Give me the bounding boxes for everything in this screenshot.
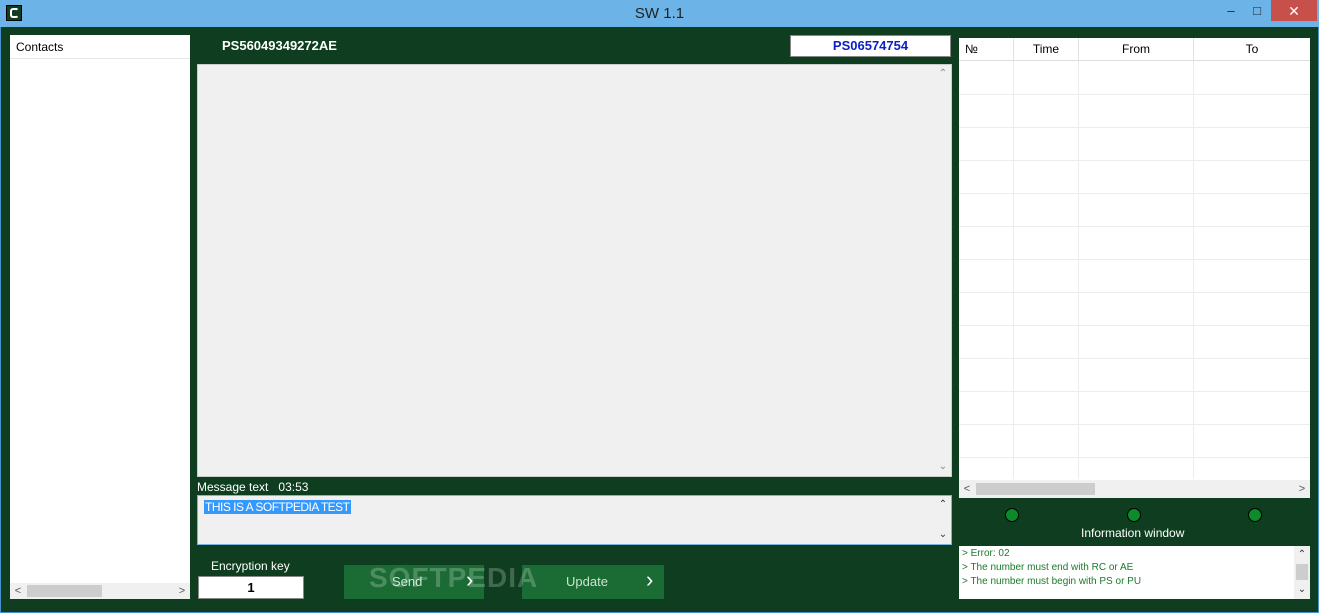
chat-area[interactable]: ⌃ ⌄ — [197, 64, 952, 477]
scroll-right-icon[interactable]: > — [174, 584, 190, 598]
table-row-line — [959, 160, 1310, 161]
encryption-key-label: Encryption key — [211, 559, 290, 573]
scroll-thumb[interactable] — [27, 585, 102, 597]
update-button-label: Update — [566, 574, 608, 589]
messages-table[interactable]: № Time From To < > — [959, 38, 1310, 498]
window-title: SW 1.1 — [634, 5, 685, 22]
scroll-thumb[interactable] — [976, 483, 1095, 495]
info-line: > The number must begin with PS or PU — [962, 576, 1142, 587]
table-column — [1014, 61, 1079, 479]
minimize-button[interactable]: – — [1218, 0, 1244, 22]
close-button[interactable]: ✕ — [1271, 0, 1317, 21]
table-row-line — [959, 127, 1310, 128]
scroll-up-icon[interactable]: ⌃ — [1294, 548, 1310, 562]
scroll-up-icon[interactable]: ⌃ — [935, 67, 951, 81]
from-address: PS56049349272AE — [222, 38, 337, 53]
table-row-line — [959, 424, 1310, 425]
table-header: № Time From To — [959, 38, 1310, 61]
message-label: Message text 03:53 — [197, 480, 308, 494]
chevron-right-icon: › — [646, 567, 654, 592]
message-input[interactable]: THIS IS A SOFTPEDIA TEST ⌃ ⌄ — [197, 495, 952, 545]
info-vertical-scrollbar[interactable]: ⌃ ⌄ — [1294, 546, 1310, 599]
scroll-right-icon[interactable]: > — [1294, 482, 1310, 496]
watermark: SOFTPEDIA — [369, 562, 539, 593]
table-row-line — [959, 325, 1310, 326]
table-row-line — [959, 292, 1310, 293]
message-vertical-scrollbar[interactable]: ⌃ ⌄ — [935, 496, 951, 544]
table-row-line — [959, 193, 1310, 194]
scroll-up-icon[interactable]: ⌃ — [935, 498, 951, 512]
scroll-left-icon[interactable]: < — [959, 482, 975, 496]
status-led-1 — [1005, 508, 1019, 522]
column-header-time[interactable]: Time — [1014, 38, 1079, 61]
contacts-header: Contacts — [10, 35, 190, 59]
table-row-line — [959, 457, 1310, 458]
main-frame: Contacts < > PS56049349272AE PS06574754 … — [0, 27, 1319, 613]
table-column — [959, 61, 1014, 479]
info-line: > The number must end with RC or AE — [962, 562, 1134, 573]
table-column — [1079, 61, 1194, 479]
table-row-line — [959, 226, 1310, 227]
scroll-down-icon[interactable]: ⌄ — [935, 528, 951, 542]
table-row-line — [959, 391, 1310, 392]
chat-vertical-scrollbar[interactable]: ⌃ ⌄ — [935, 65, 951, 476]
message-label-text: Message text — [197, 480, 269, 494]
to-address-field[interactable]: PS06574754 — [790, 35, 951, 57]
status-led-3 — [1248, 508, 1262, 522]
column-header-number[interactable]: № — [959, 38, 1014, 61]
column-header-from[interactable]: From — [1079, 38, 1194, 61]
scroll-thumb[interactable] — [1296, 564, 1308, 580]
column-header-to[interactable]: To — [1194, 38, 1310, 61]
encryption-key-input[interactable]: 1 — [198, 576, 304, 599]
contacts-horizontal-scrollbar[interactable]: < > — [10, 583, 190, 599]
info-line: > Error: 02 — [962, 548, 1010, 559]
scroll-down-icon[interactable]: ⌄ — [1294, 583, 1310, 597]
message-text[interactable]: THIS IS A SOFTPEDIA TEST — [204, 500, 351, 514]
information-window-label: Information window — [1081, 526, 1185, 540]
maximize-button[interactable]: □ — [1244, 0, 1270, 22]
message-time: 03:53 — [278, 480, 309, 494]
table-row-line — [959, 94, 1310, 95]
table-horizontal-scrollbar[interactable]: < > — [959, 480, 1310, 498]
table-row-line — [959, 358, 1310, 359]
status-led-2 — [1127, 508, 1141, 522]
table-row-line — [959, 259, 1310, 260]
title-bar: SW 1.1 – □ ✕ — [0, 0, 1319, 27]
update-button[interactable]: Update › — [522, 565, 664, 599]
scroll-left-icon[interactable]: < — [10, 584, 26, 598]
information-window[interactable]: > Error: 02 > The number must end with R… — [959, 546, 1310, 599]
contacts-panel[interactable]: Contacts < > — [10, 35, 190, 599]
scroll-down-icon[interactable]: ⌄ — [935, 460, 951, 474]
